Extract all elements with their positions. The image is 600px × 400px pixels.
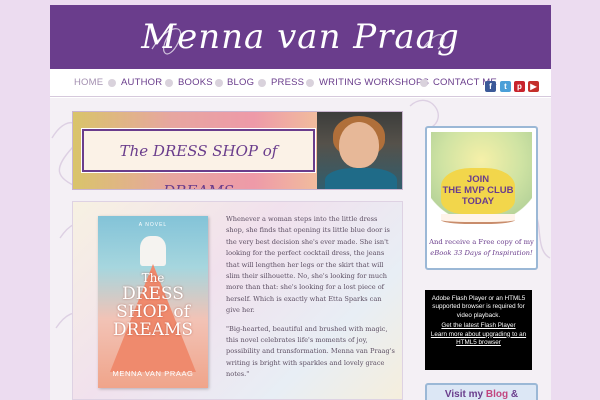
get-flash-link[interactable]: Get the latest Flash Player xyxy=(441,322,515,329)
club-offer-text: And receive a Free copy of my eBook 33 D… xyxy=(429,237,534,259)
video-player-placeholder: Adobe Flash Player or an HTML5 supported… xyxy=(425,290,532,370)
visit-text: Visit my xyxy=(444,389,484,400)
club-badge-line-2: THE MVP CLUB xyxy=(442,185,514,196)
nav-separator-icon xyxy=(165,79,173,87)
site-logo[interactable]: Menna van Praag xyxy=(50,9,551,65)
cover-kicker: A NOVEL xyxy=(138,222,168,228)
book-banner[interactable]: The DRESS SHOP of DREAMS xyxy=(72,111,403,190)
twitter-icon[interactable]: t xyxy=(500,81,511,92)
club-badge-line-1: JOIN xyxy=(466,174,490,185)
author-photo-shirt xyxy=(325,168,397,189)
club-offer-line-1: And receive a Free copy of my xyxy=(429,238,534,246)
nav-separator-icon xyxy=(215,79,223,87)
club-badge: JOIN THE MVP CLUB TODAY xyxy=(441,168,515,214)
youtube-icon[interactable]: ▶ xyxy=(528,81,539,92)
nav-item-writing-workshops[interactable]: WRITING WORKSHOPS xyxy=(319,69,429,97)
nav-item-books[interactable]: BOOKS xyxy=(178,69,213,97)
book-review-quote: "Big-hearted, beautiful and brushed with… xyxy=(226,324,395,379)
pinterest-icon[interactable]: p xyxy=(514,81,525,92)
main-content: The DRESS SHOP of DREAMS A NOVEL The DRE… xyxy=(50,98,551,400)
nav-separator-icon xyxy=(258,79,266,87)
nav-item-press[interactable]: PRESS xyxy=(271,69,304,97)
nav-item-blog[interactable]: BLOG xyxy=(227,69,254,97)
club-offer-line-2: eBook 33 Days of Inspiration! xyxy=(430,249,533,257)
nav-item-home[interactable]: HOME xyxy=(74,69,103,97)
nav-item-author[interactable]: AUTHOR xyxy=(121,69,162,97)
book-blurb: Whenever a woman steps into the little d… xyxy=(226,215,390,315)
nav-separator-icon xyxy=(306,79,314,87)
author-photo-face xyxy=(339,122,379,168)
cover-title-line-4: DREAMS xyxy=(112,320,194,340)
nav-separator-icon xyxy=(420,79,428,87)
cover-title: The DRESS SHOP of DREAMS xyxy=(98,272,208,340)
book-cover[interactable]: A NOVEL The DRESS SHOP of DREAMS MENNA V… xyxy=(98,216,208,388)
author-photo xyxy=(317,112,402,189)
open-book-icon xyxy=(441,214,515,224)
dress-illustration-top xyxy=(140,236,166,266)
cover-title-line-2: DRESS xyxy=(122,284,184,304)
nav-separator-icon xyxy=(108,79,116,87)
flash-notice: Adobe Flash Player or an HTML5 supported… xyxy=(431,295,526,319)
visit-blog-link[interactable]: Blog xyxy=(486,389,508,400)
visit-blog-widget[interactable]: Visit my Blog & xyxy=(425,383,538,400)
facebook-icon[interactable]: f xyxy=(485,81,496,92)
cover-author: MENNA VAN PRAAG xyxy=(112,369,194,378)
featured-book-panel: A NOVEL The DRESS SHOP of DREAMS MENNA V… xyxy=(72,201,403,400)
book-description: Whenever a woman steps into the little d… xyxy=(226,214,396,388)
main-nav: HOME AUTHOR BOOKS BLOG PRESS WRITING WOR… xyxy=(50,69,551,97)
mvp-club-widget[interactable]: JOIN THE MVP CLUB TODAY And receive a Fr… xyxy=(425,126,538,270)
page-container: Menna van Praag HOME AUTHOR BOOKS BLOG P… xyxy=(50,5,551,400)
cover-title-line-3: SHOP of xyxy=(116,302,190,322)
visit-ampersand: & xyxy=(510,389,519,400)
upgrade-browser-link[interactable]: Learn more about upgrading to an HTML5 b… xyxy=(431,331,526,346)
banner-title: The DRESS SHOP of DREAMS xyxy=(81,128,316,189)
club-badge-line-3: TODAY xyxy=(461,196,495,207)
site-header: Menna van Praag xyxy=(50,5,551,69)
